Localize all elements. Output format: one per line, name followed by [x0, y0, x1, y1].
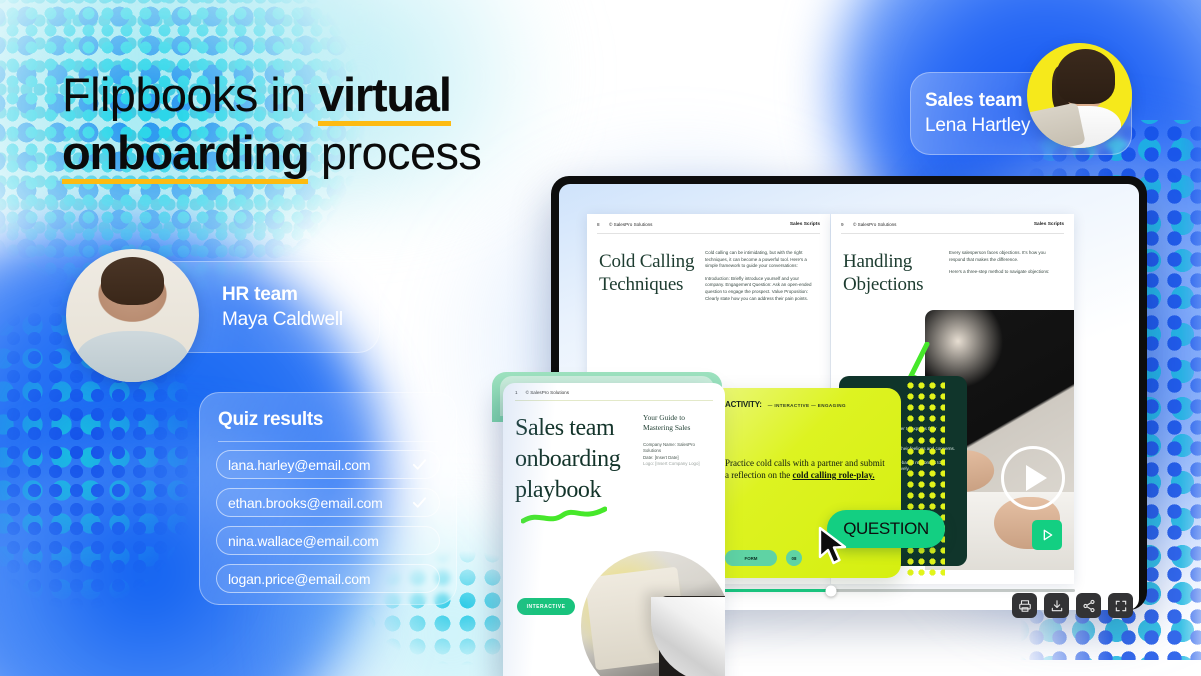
mobile-cover-interactive-tag: INTERACTIVE [517, 598, 575, 615]
activity-card-actions: FORM 08 [725, 550, 802, 566]
right-page-brand: © SalesPro Solutions [853, 222, 897, 227]
mobile-cover-brand: © SalesPro Solutions [525, 390, 570, 395]
hr-avatar-photo [66, 249, 199, 382]
headline-text-bold-1: virtual [318, 66, 452, 126]
headline-text-plain-1: Flipbooks in [62, 68, 319, 121]
share-button[interactable] [1076, 593, 1101, 618]
right-page-header: 9 © SalesPro Solutions Sales Scripts [831, 214, 1074, 227]
left-page-brand: © SalesPro Solutions [609, 222, 653, 227]
activity-card-heading: ACTIVITY: [725, 400, 762, 409]
quiz-result-row[interactable]: nina.wallace@email.com [216, 526, 440, 555]
left-page-header: 8 © SalesPro Solutions Sales Scripts [587, 214, 830, 227]
sales-team-role: Sales team [925, 90, 1023, 111]
flipbook-progress-handle[interactable] [825, 585, 837, 596]
quiz-results-panel: Quiz results lana.harley@email.com ethan.… [199, 392, 457, 605]
headline-text-plain-2: process [308, 126, 482, 179]
check-icon [411, 456, 428, 473]
fullscreen-button[interactable] [1108, 593, 1133, 618]
quiz-result-email: lana.harley@email.com [228, 456, 371, 473]
page-title: Flipbooks in virtual onboarding process [62, 66, 482, 184]
mobile-cover-side: Your Guide to Mastering Sales Company Na… [643, 413, 713, 506]
sales-team-avatar [1027, 43, 1132, 148]
mobile-cover-subtitle-2: Mastering Sales [643, 423, 691, 432]
mobile-cover-title-line-3: playbook [515, 477, 602, 503]
right-page-para-2: Here's a three-step method to navigate o… [949, 269, 1050, 275]
right-page-body: Handling Objections Every salesperson fa… [831, 234, 1074, 296]
mobile-cover-meta-1: Company Name: SalesPro Solutions [643, 442, 695, 454]
play-icon [1043, 529, 1053, 541]
activity-card-body: Practice cold calls with a partner and s… [725, 457, 887, 481]
mobile-cover-meta-3: Logo: [Insert Company Logo] [643, 461, 700, 467]
hr-team-name: Maya Caldwell [222, 308, 343, 330]
mouse-cursor-icon [818, 526, 847, 565]
quiz-result-row[interactable]: ethan.brooks@email.com [216, 488, 440, 517]
print-button[interactable] [1012, 593, 1037, 618]
right-page-section: Sales Scripts [1033, 222, 1064, 227]
quiz-results-title: Quiz results [218, 409, 324, 430]
download-icon [1051, 599, 1062, 611]
quiz-result-email: nina.wallace@email.com [228, 532, 379, 549]
sales-avatar-photo [1027, 43, 1132, 148]
mobile-cover-title-line-2: onboarding [515, 446, 621, 472]
left-page-number: 8 [597, 222, 600, 227]
quiz-result-row[interactable]: lana.harley@email.com [216, 450, 440, 479]
activity-card-header: ACTIVITY: — INTERACTIVE — ENGAGING [725, 400, 887, 409]
hr-team-role: HR team [222, 283, 298, 305]
mobile-cover-title: Sales team onboarding playbook [515, 413, 635, 524]
sales-team-name: Lena Hartley [925, 115, 1031, 136]
sales-team-text: Sales team Lena Hartley [925, 89, 1031, 138]
hr-team-avatar [66, 249, 199, 382]
quiz-result-email: logan.price@email.com [228, 570, 371, 587]
mobile-cover-header: 1 © SalesPro Solutions [503, 383, 725, 395]
hr-team-text: HR team Maya Caldwell [222, 283, 343, 332]
play-triangle-icon [1025, 465, 1047, 491]
mobile-cover-title-line-1: Sales team [515, 415, 615, 441]
left-page-para-1: Cold calling can be intimidating, but wi… [705, 250, 807, 269]
headline-line-2: onboarding process [62, 124, 482, 184]
fullscreen-icon [1115, 600, 1126, 611]
right-page-title: Handling Objections [843, 251, 924, 295]
mobile-flipbook-cover[interactable]: 1 © SalesPro Solutions Sales team onboar… [503, 383, 725, 676]
print-icon [1018, 599, 1031, 612]
left-page-title: Cold Calling Techniques [599, 251, 695, 295]
video-badge-button[interactable] [1032, 520, 1062, 550]
headline-text-bold-2: onboarding [62, 124, 310, 184]
quiz-divider [218, 441, 438, 442]
right-page-number: 9 [841, 222, 844, 227]
left-page-section: Sales Scripts [789, 222, 820, 227]
mobile-cover-subtitle-1: Your Guide to [643, 413, 685, 422]
left-page-body: Cold Calling Techniques Cold calling can… [587, 234, 830, 308]
quiz-results-list: lana.harley@email.com ethan.brooks@email.… [216, 450, 440, 593]
green-underline-scribble-icon [521, 506, 607, 524]
video-play-button[interactable] [1001, 446, 1065, 510]
activity-body-bold: cold calling role-play. [792, 470, 875, 480]
check-icon [411, 494, 428, 511]
mobile-cover-page-number: 1 [515, 390, 518, 395]
right-page-para-1: Every salesperson faces objections. It's… [949, 250, 1046, 262]
quiz-result-email: ethan.brooks@email.com [228, 494, 383, 511]
headline-line-1: Flipbooks in virtual [62, 66, 481, 126]
left-page-paragraphs: Cold calling can be intimidating, but wi… [705, 250, 818, 308]
download-button[interactable] [1044, 593, 1069, 618]
page-root: Flipbooks in virtual onboarding process … [0, 0, 1201, 676]
activity-card-tags: — INTERACTIVE — ENGAGING [767, 403, 846, 408]
activity-dot-badge[interactable]: 08 [786, 550, 802, 566]
mobile-cover-body: Sales team onboarding playbook Your Guid… [503, 401, 725, 524]
activity-card[interactable]: ACTIVITY: — INTERACTIVE — ENGAGING Pract… [711, 388, 901, 578]
quiz-result-row[interactable]: logan.price@email.com [216, 564, 440, 593]
share-icon [1082, 599, 1095, 612]
right-page-paragraphs: Every salesperson faces objections. It's… [949, 250, 1062, 296]
activity-form-pill[interactable]: FORM [725, 550, 777, 566]
yellow-dot-pattern [905, 380, 945, 580]
flipbook-toolbar [1012, 593, 1133, 618]
left-page-para-2: Introduction: Briefly introduce yourself… [705, 275, 812, 301]
